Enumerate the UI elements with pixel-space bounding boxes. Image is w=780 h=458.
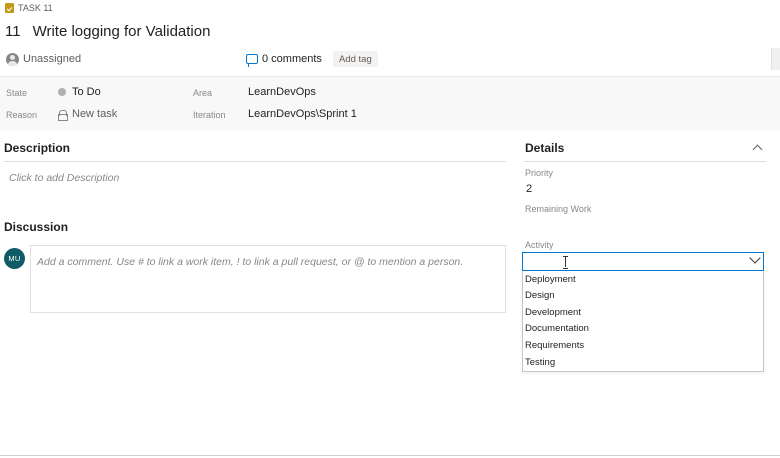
work-item-id: 11	[5, 22, 21, 40]
work-item-title[interactable]: Write logging for Validation	[33, 23, 211, 40]
chevron-up-icon[interactable]	[752, 144, 763, 155]
lock-icon	[58, 109, 68, 121]
area-label: Area	[193, 88, 213, 98]
text-cursor-icon	[563, 256, 568, 269]
state-value: To Do	[72, 86, 101, 98]
task-icon	[5, 3, 14, 13]
comment-input[interactable]: Add a comment. Use # to link a work item…	[30, 245, 506, 313]
work-item-type-label: TASK 11	[18, 3, 53, 13]
comments-link[interactable]: 0 comments	[246, 51, 322, 67]
state-field[interactable]: To Do	[58, 86, 101, 98]
dropdown-option-requirements[interactable]: Requirements	[525, 338, 584, 354]
comment-icon	[246, 54, 258, 67]
priority-field[interactable]: 2	[526, 183, 532, 195]
area-field[interactable]: LearnDevOps	[248, 86, 316, 98]
reason-field: New task	[58, 108, 118, 121]
description-heading: Description	[4, 141, 71, 155]
work-item-type: TASK 11	[5, 2, 53, 14]
details-heading: Details	[525, 141, 565, 155]
description-divider	[4, 161, 506, 162]
bottom-divider	[0, 455, 780, 456]
scrollbar[interactable]	[771, 48, 780, 70]
dropdown-option-documentation[interactable]: Documentation	[525, 321, 589, 337]
reason-label: Reason	[6, 110, 38, 120]
assignee-picker[interactable]: Unassigned	[6, 51, 81, 67]
discussion-heading: Discussion	[4, 220, 69, 234]
reason-value: New task	[72, 108, 118, 120]
priority-label: Priority	[525, 168, 554, 178]
avatar: MU	[4, 248, 25, 269]
dropdown-option-deployment[interactable]: Deployment	[525, 272, 576, 288]
iteration-label: Iteration	[193, 110, 226, 120]
iteration-field[interactable]: LearnDevOps\Sprint 1	[248, 108, 357, 120]
comment-placeholder: Add a comment. Use # to link a work item…	[37, 256, 464, 268]
add-tag-button[interactable]: Add tag	[333, 51, 378, 67]
activity-select[interactable]	[522, 252, 764, 271]
dropdown-option-development[interactable]: Development	[525, 305, 581, 321]
activity-label: Activity	[525, 240, 554, 250]
state-dot-icon	[58, 88, 66, 96]
details-divider	[524, 161, 766, 162]
assignee-label: Unassigned	[23, 53, 82, 65]
dropdown-option-design[interactable]: Design	[525, 288, 555, 304]
fields-panel	[0, 76, 780, 131]
comments-count: 0 comments	[262, 53, 322, 65]
remaining-work-label: Remaining Work	[525, 204, 592, 214]
state-label: State	[6, 88, 28, 98]
activity-dropdown: Deployment Design Development Documentat…	[522, 271, 764, 372]
person-icon	[6, 52, 19, 66]
description-field[interactable]: Click to add Description	[9, 172, 119, 184]
dropdown-option-testing[interactable]: Testing	[525, 355, 555, 371]
title-row: 11 Write logging for Validation	[5, 20, 210, 42]
